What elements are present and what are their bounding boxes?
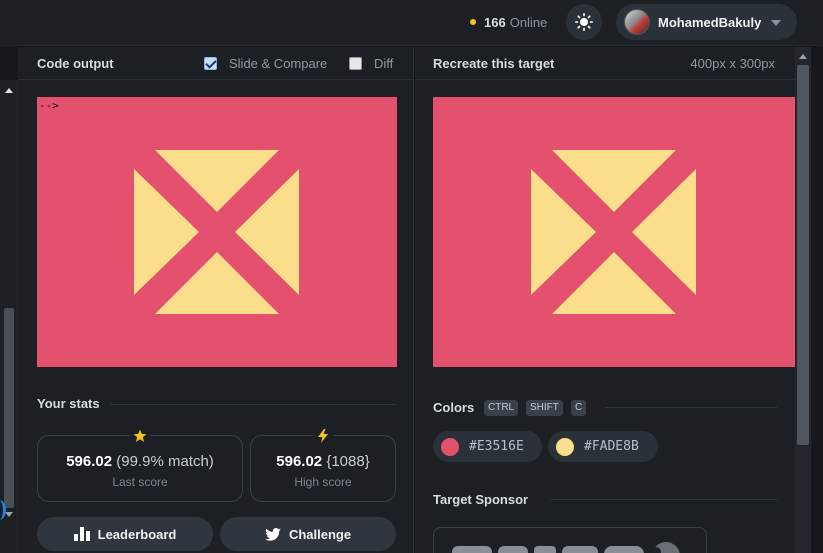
divider — [110, 404, 396, 405]
right-scrollbar[interactable] — [795, 47, 811, 553]
avatar — [624, 9, 650, 35]
top-bar: 166 Online MohamedBakuly — [0, 0, 823, 46]
high-score-card: 596.02 {1088} High score — [250, 428, 396, 502]
shortcut-key-shift: SHIFT — [526, 400, 563, 416]
last-score-card: 596.02 (99.9% match) Last score — [37, 428, 243, 502]
user-menu-button[interactable]: MohamedBakuly — [616, 4, 797, 40]
chevron-down-icon — [771, 20, 782, 26]
divider — [551, 499, 777, 500]
high-score-value: 596.02 — [276, 453, 323, 470]
challenge-label: Challenge — [288, 526, 352, 542]
code-output-canvas[interactable]: --> — [37, 97, 397, 367]
scroll-up-icon[interactable] — [799, 54, 807, 59]
scroll-down-icon[interactable] — [5, 512, 13, 517]
high-score-label: High score — [294, 475, 352, 489]
last-score-match: (99.9% match) — [116, 453, 214, 470]
scrollbar-thumb[interactable] — [4, 308, 14, 508]
last-score-label: Last score — [112, 475, 168, 489]
target-panel: Recreate this target 400px x 300px Color… — [415, 47, 795, 553]
target-header: Recreate this target 400px x 300px — [415, 47, 795, 80]
sponsor-logo-icon — [452, 542, 680, 553]
color-dot-icon — [441, 437, 459, 456]
high-score-chars: {1088} — [326, 453, 370, 470]
target-canvas — [433, 97, 795, 367]
online-dot-icon — [470, 19, 476, 25]
shortcut-key-ctrl: CTRL — [484, 400, 519, 416]
last-score-value: 596.02 — [66, 453, 113, 470]
code-output-header: Code output Slide & Compare Diff — [18, 47, 413, 80]
color-swatch[interactable]: #E3516E — [433, 431, 542, 462]
code-output-title: Code output — [37, 56, 114, 71]
online-count: 166 — [484, 14, 506, 30]
leaderboard-button[interactable]: Leaderboard — [37, 517, 213, 551]
slide-compare-label[interactable]: Slide & Compare — [229, 56, 327, 71]
color-hex: #FADE8B — [584, 439, 639, 454]
high-score-value-line: 596.02 {1088} — [251, 453, 395, 470]
target-title: Recreate this target — [433, 56, 555, 71]
target-dimensions: 400px x 300px — [690, 56, 775, 71]
sun-icon — [575, 13, 593, 31]
online-label: Online — [509, 14, 548, 30]
sponsor-title: Target Sponsor — [433, 492, 529, 507]
stats-title: Your stats — [37, 396, 100, 411]
colors-title: Colors — [433, 400, 475, 415]
last-score-value-line: 596.02 (99.9% match) — [38, 453, 242, 470]
theme-toggle-button[interactable] — [566, 4, 602, 40]
username: MohamedBakuly — [658, 14, 762, 30]
target-shape — [531, 150, 696, 314]
lightning-icon — [313, 428, 333, 444]
code-output-panel: Code output Slide & Compare Diff --> You… — [18, 47, 414, 553]
diff-label[interactable]: Diff — [374, 56, 393, 71]
color-dot-icon — [556, 437, 574, 456]
scrollbar-thumb[interactable] — [797, 65, 809, 445]
leaderboard-label: Leaderboard — [97, 526, 177, 542]
left-scrollbar[interactable] — [0, 80, 18, 553]
divider — [605, 407, 777, 408]
shortcut-key-c: C — [571, 400, 587, 416]
bar-chart-icon — [73, 527, 90, 541]
challenge-button[interactable]: Challenge — [220, 517, 396, 551]
slide-compare-checkbox[interactable] — [204, 57, 217, 70]
diff-checkbox[interactable] — [349, 57, 362, 70]
scroll-up-icon[interactable] — [5, 88, 13, 93]
output-shape — [134, 150, 299, 314]
online-indicator: 166 Online — [470, 12, 547, 32]
twitter-bird-icon — [265, 527, 281, 541]
star-icon — [130, 428, 150, 444]
sponsor-banner[interactable] — [433, 527, 707, 553]
color-swatch[interactable]: #FADE8B — [548, 431, 658, 462]
color-hex: #E3516E — [469, 439, 524, 454]
